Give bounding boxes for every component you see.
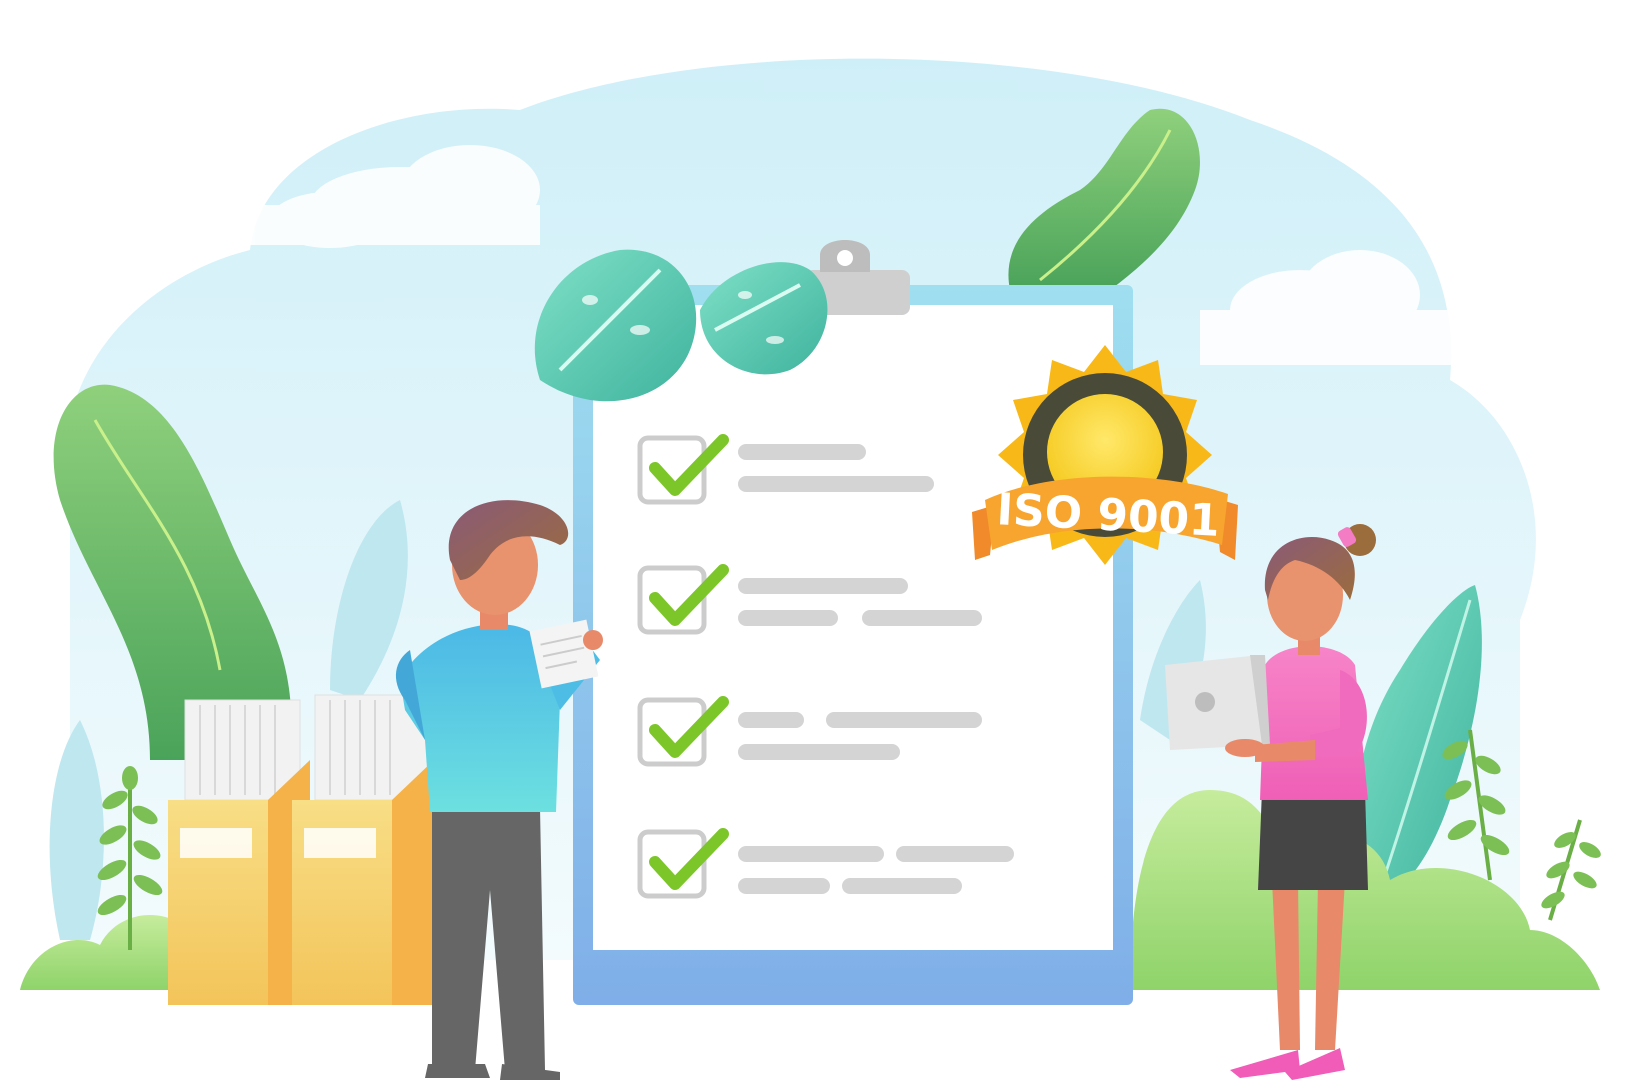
laptop-icon: [1165, 655, 1270, 750]
paper-icon: [529, 619, 599, 689]
woman-skirt: [1258, 790, 1368, 890]
man-shoe-icon: [425, 1064, 490, 1078]
fern-far-right-icon: [1541, 819, 1601, 921]
woman-legs: [1272, 880, 1300, 1050]
iso-certification-illustration: ISO 9001: [20, 58, 1601, 1080]
